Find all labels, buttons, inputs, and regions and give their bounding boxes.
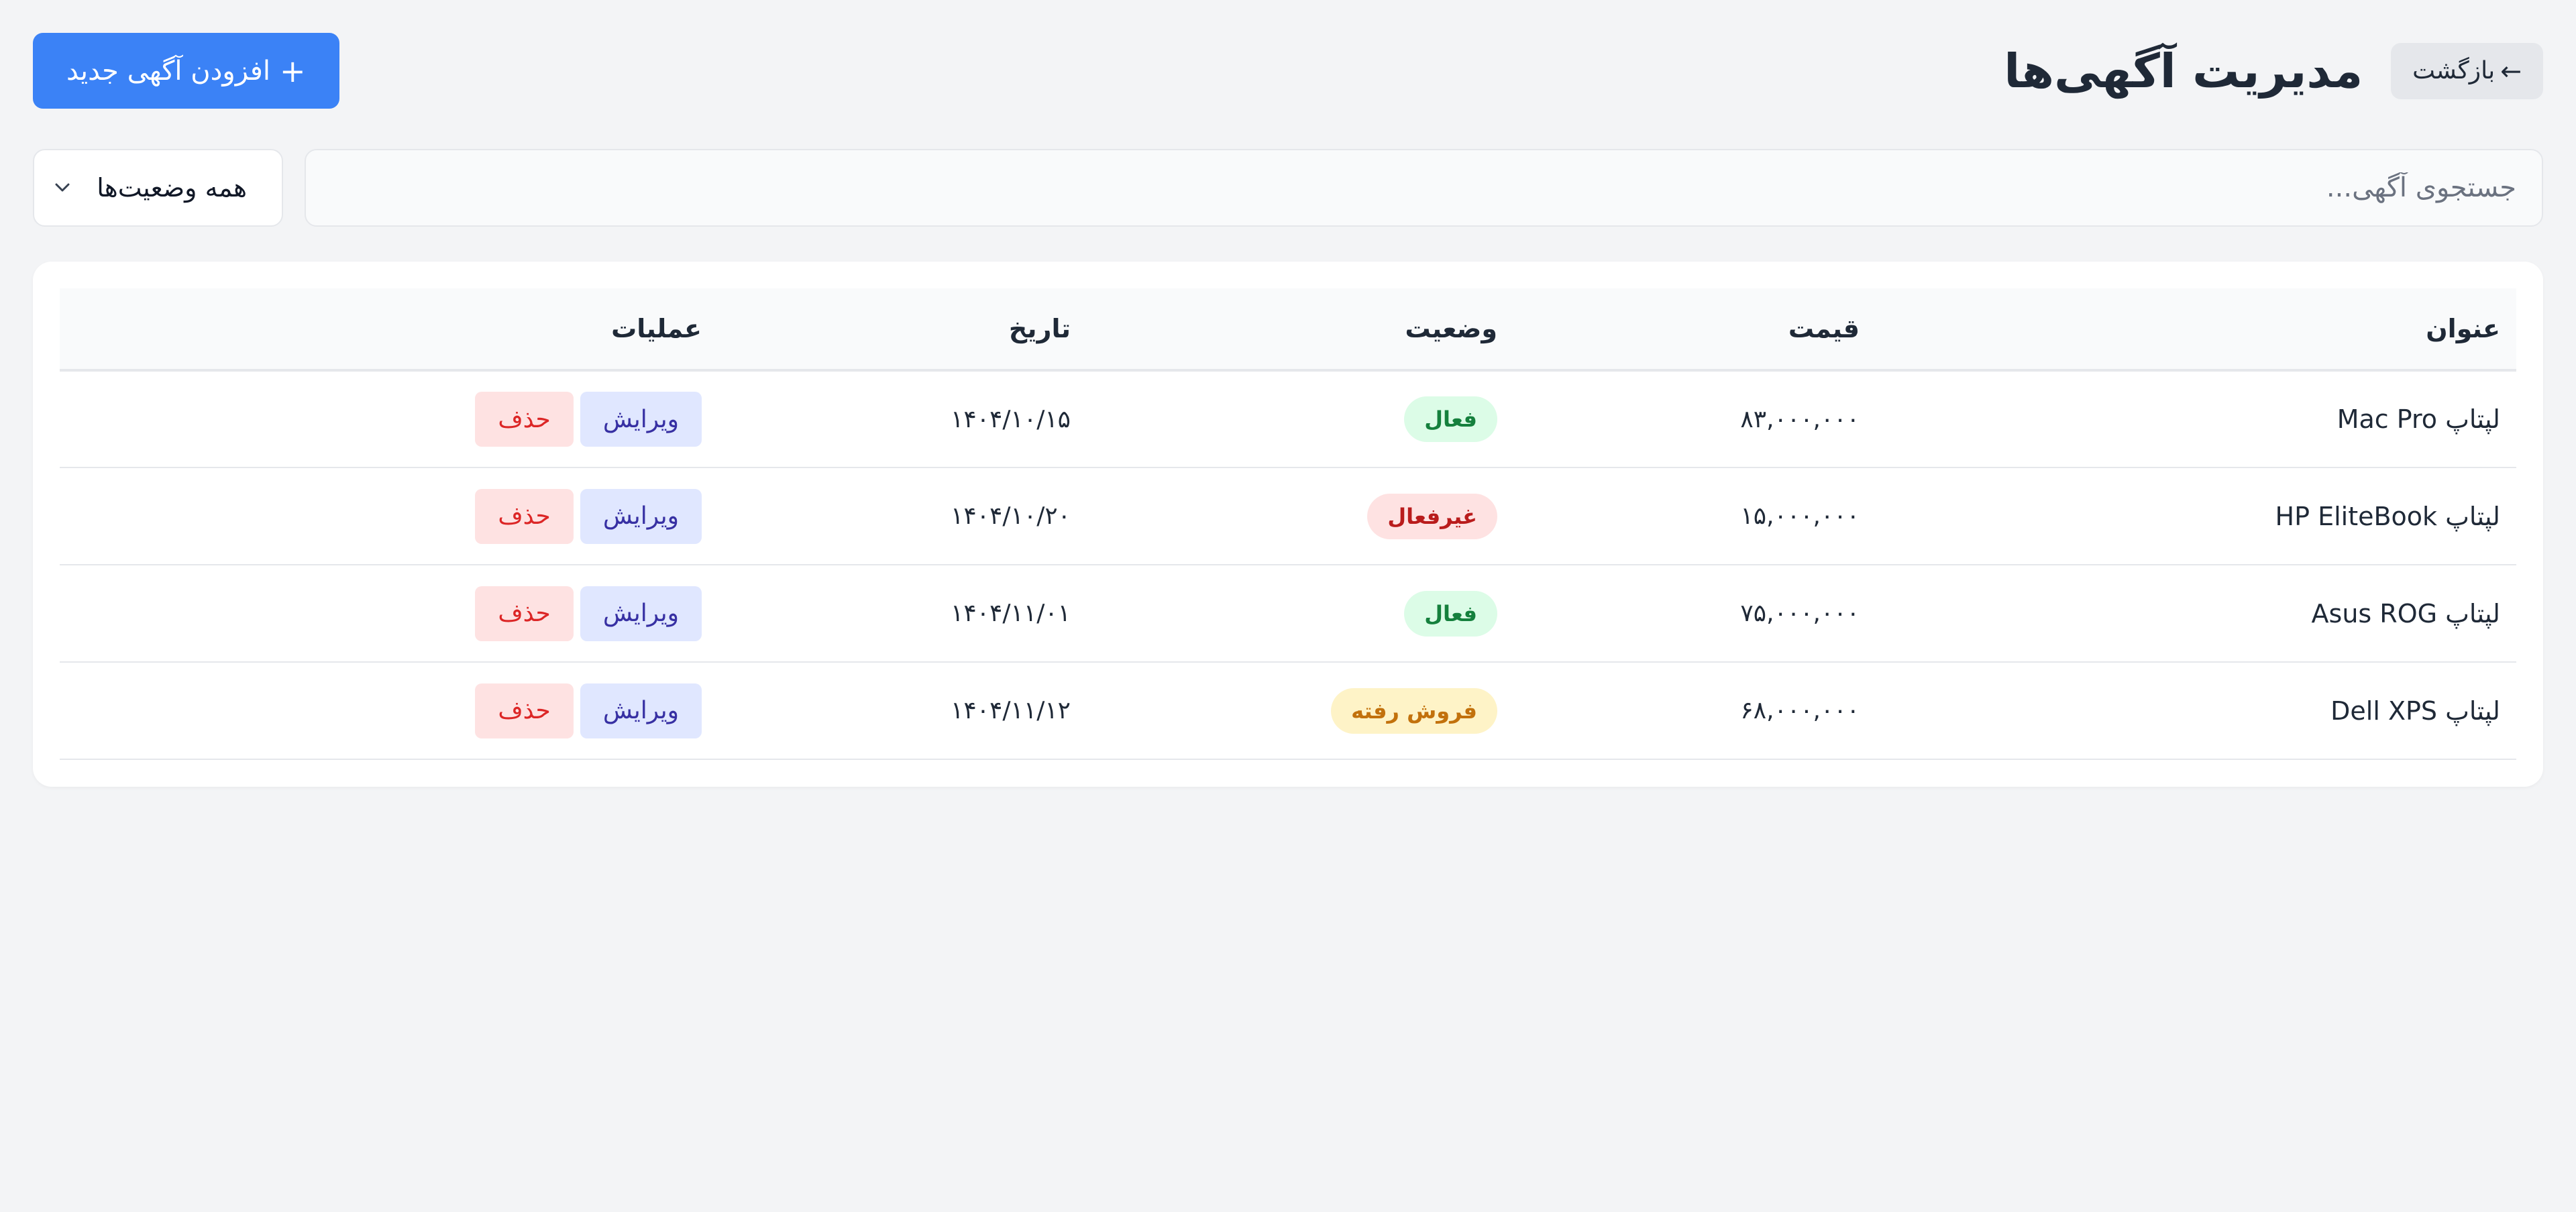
page-header: ← بازگشت مدیریت آگهی‌ها + افزودن آگهی جد… — [33, 33, 2543, 109]
row-date: ۱۴۰۴/۱۱/۱۲ — [718, 662, 1087, 760]
filter-bar: همه وضعیت‌ها — [33, 149, 2543, 227]
header-date: تاریخ — [718, 288, 1087, 372]
header-title-group: ← بازگشت مدیریت آگهی‌ها — [2004, 42, 2543, 99]
header-price: قیمت — [1513, 288, 1876, 372]
row-actions: ویرایش حذف — [60, 662, 718, 760]
table-row: لپتاپ Dell XPS ۶۸,۰۰۰,۰۰۰ فروش رفته ۱۴۰۴… — [60, 662, 2516, 760]
status-badge: فعال — [1404, 590, 1497, 637]
add-ad-button[interactable]: + افزودن آگهی جدید — [33, 33, 339, 109]
row-price: ۶۸,۰۰۰,۰۰۰ — [1513, 662, 1876, 760]
table-header: عنوان قیمت وضعیت تاریخ عملیات — [60, 288, 2516, 372]
delete-button[interactable]: حذف — [475, 488, 574, 544]
delete-button[interactable]: حذف — [475, 683, 574, 738]
row-actions: ویرایش حذف — [60, 467, 718, 565]
search-input[interactable] — [305, 149, 2543, 227]
header-actions: عملیات — [60, 288, 718, 372]
edit-button[interactable]: ویرایش — [580, 683, 702, 738]
row-status-cell: فروش رفته — [1087, 662, 1513, 760]
row-date: ۱۴۰۴/۱۰/۲۰ — [718, 467, 1087, 565]
row-price: ۷۵,۰۰۰,۰۰۰ — [1513, 565, 1876, 663]
header-status: وضعیت — [1087, 288, 1513, 372]
chevron-down-icon — [53, 178, 72, 197]
ads-table-card: عنوان قیمت وضعیت تاریخ عملیات لپتاپ Mac … — [33, 262, 2543, 787]
add-ad-button-label: افزودن آگهی جدید — [66, 55, 271, 87]
edit-button[interactable]: ویرایش — [580, 586, 702, 641]
row-status-cell: غیرفعال — [1087, 467, 1513, 565]
row-title: لپتاپ Dell XPS — [1876, 662, 2516, 760]
status-badge: فروش رفته — [1331, 687, 1497, 734]
ads-table: عنوان قیمت وضعیت تاریخ عملیات لپتاپ Mac … — [60, 288, 2516, 760]
back-button-label: بازگشت — [2412, 57, 2496, 85]
delete-button[interactable]: حذف — [475, 586, 574, 641]
edit-button[interactable]: ویرایش — [580, 488, 702, 544]
table-header-row: عنوان قیمت وضعیت تاریخ عملیات — [60, 288, 2516, 372]
table-row: لپتاپ Asus ROG ۷۵,۰۰۰,۰۰۰ فعال ۱۴۰۴/۱۱/۰… — [60, 565, 2516, 663]
row-title: لپتاپ Asus ROG — [1876, 565, 2516, 663]
header-title: عنوان — [1876, 288, 2516, 372]
row-actions: ویرایش حذف — [60, 370, 718, 468]
status-badge: غیرفعال — [1367, 493, 1497, 539]
row-actions: ویرایش حذف — [60, 565, 718, 663]
row-title: لپتاپ Mac Pro — [1876, 370, 2516, 468]
plus-icon: + — [280, 52, 306, 89]
status-badge: فعال — [1404, 396, 1497, 442]
table-body: لپتاپ Mac Pro ۸۳,۰۰۰,۰۰۰ فعال ۱۴۰۴/۱۰/۱۵… — [60, 370, 2516, 760]
row-status-cell: فعال — [1087, 370, 1513, 468]
delete-button[interactable]: حذف — [475, 392, 574, 447]
row-price: ۱۵,۰۰۰,۰۰۰ — [1513, 467, 1876, 565]
row-price: ۸۳,۰۰۰,۰۰۰ — [1513, 370, 1876, 468]
row-date: ۱۴۰۴/۱۰/۱۵ — [718, 370, 1087, 468]
row-title: لپتاپ HP EliteBook — [1876, 467, 2516, 565]
row-date: ۱۴۰۴/۱۱/۰۱ — [718, 565, 1087, 663]
back-button[interactable]: ← بازگشت — [2391, 42, 2543, 99]
ads-management-page: ← بازگشت مدیریت آگهی‌ها + افزودن آگهی جد… — [0, 0, 2576, 1212]
table-row: لپتاپ HP EliteBook ۱۵,۰۰۰,۰۰۰ غیرفعال ۱۴… — [60, 467, 2516, 565]
edit-button[interactable]: ویرایش — [580, 392, 702, 447]
status-filter-select[interactable]: همه وضعیت‌ها — [33, 149, 283, 227]
table-row: لپتاپ Mac Pro ۸۳,۰۰۰,۰۰۰ فعال ۱۴۰۴/۱۰/۱۵… — [60, 370, 2516, 468]
page-title: مدیریت آگهی‌ها — [2004, 43, 2363, 99]
status-filter-value: همه وضعیت‌ها — [97, 173, 247, 203]
arrow-left-icon: ← — [2500, 56, 2522, 86]
row-status-cell: فعال — [1087, 565, 1513, 663]
